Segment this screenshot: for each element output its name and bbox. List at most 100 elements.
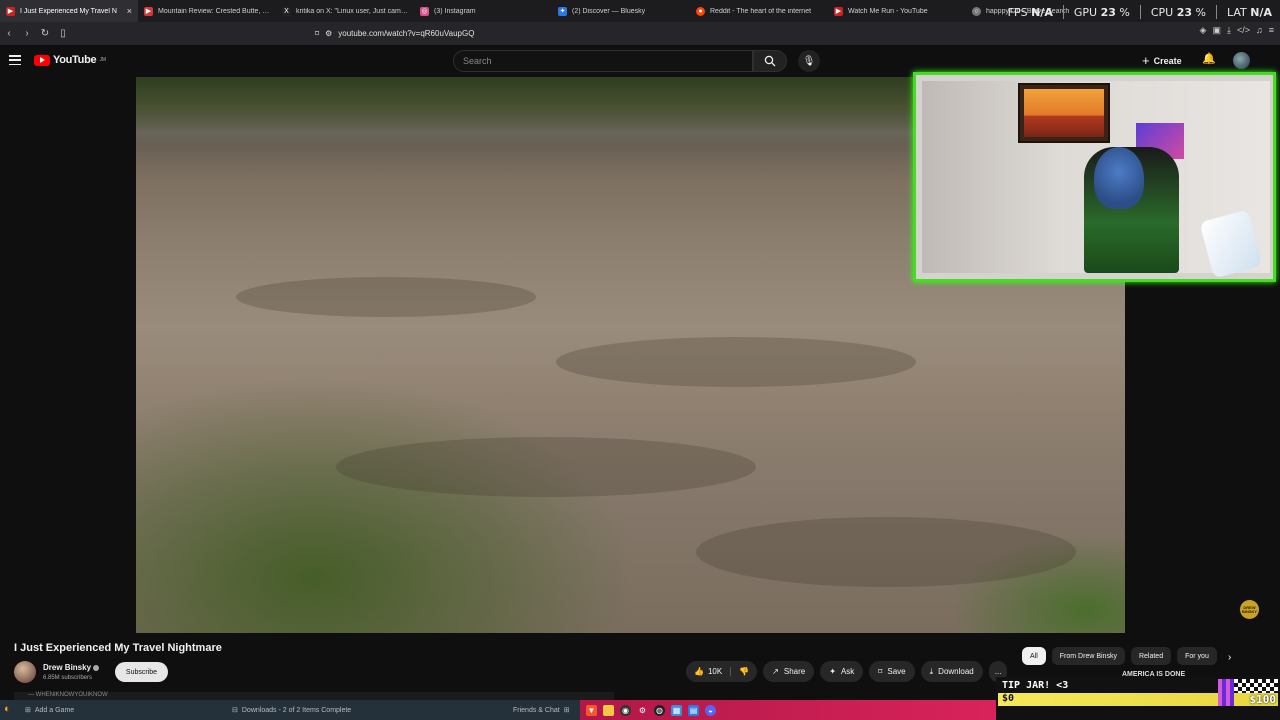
video-actions: 👍 10K 👎 ↗ Share ✦ Ask ⌑ Save ⤓ Download ...: [686, 661, 1008, 682]
download-icon[interactable]: ⤓: [1227, 25, 1231, 36]
dev-icon[interactable]: </>: [1237, 25, 1250, 36]
logo-text: YouTube: [53, 54, 97, 66]
voice-search-button[interactable]: 🎙: [798, 50, 820, 72]
youtube-logo[interactable]: YouTube JM: [34, 54, 106, 66]
gpu-stat: GPU 23 %: [1073, 5, 1130, 19]
plush-toy: [1094, 147, 1144, 209]
url-text[interactable]: youtube.com/watch?v=qR60uVaupGQ: [338, 29, 474, 38]
chat-icon: ⊞: [563, 707, 570, 714]
tab-reddit[interactable]: ● Reddit - The heart of the internet: [690, 0, 828, 22]
forward-icon[interactable]: ›: [18, 28, 36, 39]
ask-button[interactable]: ✦ Ask: [820, 661, 864, 682]
painting-canvas: [1024, 89, 1104, 137]
obs-icon[interactable]: ◉: [620, 704, 631, 716]
add-game-label: Add a Game: [34, 706, 75, 714]
url-bar[interactable]: ⌑ ⚙ youtube.com/watch?v=qR60uVaupGQ: [315, 25, 930, 42]
notes-icon[interactable]: ▤: [688, 704, 699, 716]
channel-name-text[interactable]: Drew Binsky: [43, 663, 91, 672]
tab-label: Watch Me Run - YouTube: [848, 7, 928, 15]
video-title: I Just Experienced My Travel Nightmare: [14, 642, 222, 654]
bookmark-icon[interactable]: ⌑: [315, 29, 319, 38]
notifications-bell-icon[interactable]: 🔔: [1202, 52, 1216, 65]
channel-watermark[interactable]: DREW BINSKY: [1240, 600, 1259, 619]
launcher-icon[interactable]: ◐: [4, 703, 11, 715]
create-label: Create: [1153, 55, 1182, 66]
chip-all[interactable]: All: [1022, 647, 1046, 665]
sunset-painting: [1018, 83, 1110, 143]
tip-jar-widget: TIP JAR! <3 $0 $100: [996, 677, 1280, 720]
dislike-button[interactable]: 👎: [731, 667, 757, 676]
youtube-favicon-icon: ▶: [6, 6, 15, 16]
chevron-right-icon[interactable]: ›: [1228, 652, 1231, 663]
tab-youtube-mountain[interactable]: ▶ Mountain Review: Crested Butte, Colo: [138, 0, 276, 22]
brave-search-favicon-icon: ○: [972, 6, 981, 16]
verified-icon: [93, 664, 100, 671]
microphone-icon: 🎙: [802, 55, 816, 67]
chip-for-you[interactable]: For you: [1177, 647, 1217, 665]
folder-icon[interactable]: [603, 704, 614, 716]
download-label: Download: [938, 667, 974, 676]
tab-label: (3) Instagram: [434, 7, 476, 15]
share-button[interactable]: ↗ Share: [763, 661, 815, 682]
game-launcher-bar: ◐ ⊞ Add a Game ⊟ Downloads - 2 of 2 Items …: [0, 700, 580, 720]
settings-icon[interactable]: ⚙: [637, 705, 648, 716]
youtube-favicon-icon: ▶: [144, 6, 153, 16]
river-wave: [236, 277, 536, 317]
menu-icon[interactable]: ≡: [1269, 25, 1274, 36]
next-content-label: — WHENIKNOWYOUIKNOW: [28, 692, 108, 698]
subscribe-button[interactable]: Subscribe: [115, 662, 168, 682]
save-button[interactable]: ⌑ Save: [869, 661, 915, 682]
hamburger-menu-icon[interactable]: [9, 55, 21, 65]
cpu-stat: CPU 23 %: [1150, 5, 1206, 19]
sidebar-toggle-icon[interactable]: ▯: [54, 28, 72, 39]
like-dislike-group: 👍 10K 👎: [686, 661, 758, 682]
youtube-play-icon: [34, 54, 50, 66]
chip-from-channel[interactable]: From Drew Binsky: [1051, 647, 1125, 665]
performance-overlay: FPS N/A GPU 23 % CPU 23 % LAT N/A: [1008, 0, 1280, 24]
pinned-apps: ▼ ◉ ⚙ ◍ ▦ ▤ ◒: [580, 700, 998, 720]
tab-youtube-run[interactable]: ▶ Watch Me Run - YouTube: [828, 0, 966, 22]
next-content-strip[interactable]: — WHENIKNOWYOUIKNOW: [14, 692, 614, 700]
photos-icon[interactable]: ▦: [671, 704, 682, 716]
create-button[interactable]: + Create: [1142, 53, 1182, 68]
tab-x[interactable]: X kritika on X: "Linux user, Just came a: [276, 0, 414, 22]
tab-youtube-video[interactable]: ▶ I Just Experienced My Travel N ×: [0, 0, 138, 22]
download-icon: ⤓: [929, 666, 934, 676]
recommendation-chips: All From Drew Binsky Related For you: [1022, 647, 1217, 665]
reload-icon[interactable]: ↻: [36, 28, 54, 39]
downloads-status[interactable]: ⊟ Downloads - 2 of 2 Items Complete: [232, 706, 351, 715]
brave-icon[interactable]: ▼: [586, 704, 597, 716]
channel-avatar[interactable]: [14, 661, 36, 683]
discord-icon[interactable]: ◒: [705, 704, 716, 716]
river-wave: [336, 437, 756, 497]
reddit-favicon-icon: ●: [696, 6, 705, 16]
friends-label: Friends & Chat: [513, 706, 560, 714]
divider: [1215, 5, 1217, 19]
divider: [1139, 5, 1141, 19]
like-button[interactable]: 👍 10K: [686, 667, 732, 676]
extension-icon[interactable]: ◈: [1200, 25, 1207, 36]
channel-name[interactable]: Drew Binsky: [43, 663, 100, 672]
plus-icon: ⊞: [25, 707, 31, 714]
search-input[interactable]: Search: [453, 50, 753, 72]
share-label: Share: [783, 667, 806, 676]
bookmark-icon: ⌑: [878, 667, 883, 676]
add-game-button[interactable]: ⊞ Add a Game: [25, 706, 75, 715]
chrome-icon[interactable]: ◍: [654, 704, 665, 716]
music-icon[interactable]: ♫: [1256, 25, 1263, 36]
account-avatar[interactable]: [1233, 52, 1250, 69]
search-button[interactable]: [753, 50, 787, 72]
chip-related[interactable]: Related: [1130, 647, 1172, 665]
download-button[interactable]: ⤓ Download: [920, 661, 983, 682]
plus-icon: +: [1142, 53, 1150, 68]
tab-label: Reddit - The heart of the internet: [710, 7, 812, 15]
friends-chat-button[interactable]: Friends & Chat ⊞: [513, 706, 570, 715]
address-toolbar: ‹ › ↻ ▯ ⌑ ⚙ youtube.com/watch?v=qR60uVau…: [0, 22, 1280, 45]
close-tab-icon[interactable]: ×: [127, 6, 132, 16]
tab-bluesky[interactable]: ✦ (2) Discover — Bluesky: [552, 0, 690, 22]
site-info-icon[interactable]: ⚙: [325, 29, 332, 38]
back-icon[interactable]: ‹: [0, 28, 18, 39]
wallet-icon[interactable]: ▣: [1212, 25, 1221, 36]
tab-instagram[interactable]: ◎ (3) Instagram: [414, 0, 552, 22]
tab-label: I Just Experienced My Travel N: [20, 7, 117, 15]
